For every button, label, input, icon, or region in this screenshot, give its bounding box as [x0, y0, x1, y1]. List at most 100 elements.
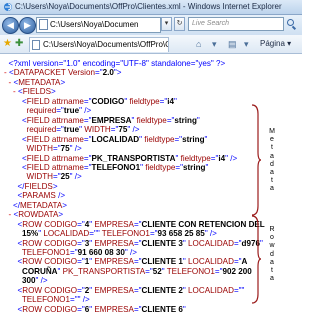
label-letter: t — [271, 144, 273, 152]
xml-token: LOCALIDAD — [91, 134, 140, 144]
xml-token: " /> — [35, 276, 48, 286]
xml-token: A — [241, 257, 248, 267]
xml-token: ROW — [22, 285, 43, 295]
xml-token: =" — [56, 125, 64, 135]
xml-line[interactable]: - <METADATA> — [4, 78, 65, 87]
feeds-icon[interactable]: ▾ — [212, 39, 217, 50]
xml-token: =" — [56, 106, 64, 116]
xml-token: ROW — [22, 257, 43, 267]
xml-token: " — [173, 96, 177, 106]
xml-token: PK_TRANSPORTISTA — [60, 266, 146, 276]
xml-token: FIELDS — [22, 87, 52, 97]
search-input[interactable]: Live Search — [188, 17, 284, 31]
xml-indent — [4, 97, 22, 106]
xml-line[interactable]: - <DATAPACKET Version="2.0"> — [4, 68, 121, 77]
xml-indent — [4, 154, 22, 163]
xml-token: =" — [77, 257, 85, 267]
xml-token: =" — [53, 144, 61, 154]
xml-indent — [4, 201, 13, 210]
xml-indent — [4, 172, 27, 181]
page-menu-button[interactable]: Página ▾ — [260, 39, 291, 48]
xml-indent — [4, 106, 27, 115]
xml-token: ="" — [233, 285, 245, 295]
xml-token: CLIENTE CON RETENCION DEL — [141, 219, 265, 229]
tab-current[interactable]: C:\Users\Noya\Documents\OffPro\Cl... — [29, 37, 169, 52]
xml-indent — [4, 125, 27, 134]
xml-token: CODIGO — [42, 285, 78, 295]
xml-indent — [4, 248, 22, 257]
xml-line: TELEFONO1="91 660 08 30" /> — [4, 248, 137, 257]
xml-token: 15% — [22, 229, 39, 239]
xml-token: TELEFONO1 — [99, 229, 150, 239]
xml-token: " — [182, 304, 186, 314]
xml-token: fieldtype — [142, 162, 176, 172]
xml-token: =" — [77, 285, 85, 295]
xml-line[interactable]: - <ROWDATA> — [4, 210, 63, 219]
home-icon[interactable]: ⌂ — [196, 39, 201, 49]
xml-token: FIELD — [26, 162, 50, 172]
xml-token: > — [52, 181, 58, 191]
xml-token: CODIGO — [42, 304, 78, 314]
title-bar: C:\Users\Noya\Documents\OffPro\Clientes.… — [0, 0, 302, 15]
xml-token: ="" /> — [69, 295, 90, 305]
xml-token: WIDTH — [26, 144, 54, 154]
label-letter: w — [269, 242, 275, 250]
xml-indent — [4, 144, 27, 153]
xml-token: EMPRESA — [92, 257, 134, 267]
xml-token: =" — [83, 96, 92, 106]
xml-token: =" — [83, 115, 92, 125]
label-letter: a — [270, 152, 274, 160]
xml-line: <FIELD attrname="TELEFONO1" fieldtype="s… — [4, 163, 208, 172]
xml-token: =" — [133, 257, 142, 267]
address-dropdown-icon[interactable]: ▾ — [161, 17, 172, 31]
back-button[interactable]: ◀ — [2, 17, 19, 34]
xml-token: TELEFONO1 — [21, 295, 70, 305]
xml-token: =" — [83, 134, 92, 144]
xml-indent — [4, 182, 18, 191]
xml-line[interactable]: - <FIELDS> — [4, 87, 56, 96]
command-bar: ★ ✚ C:\Users\Noya\Documents\OffPro\Cl...… — [0, 35, 302, 54]
xml-token: attrname — [49, 96, 84, 106]
xml-indent — [4, 286, 18, 295]
label-letter: e — [270, 136, 274, 144]
label-letter: d — [270, 160, 274, 168]
xml-token: =" — [175, 162, 183, 172]
refresh-icon[interactable]: ↻ — [174, 17, 185, 31]
xml-token: =" — [233, 238, 242, 248]
xml-token: > — [62, 200, 67, 210]
search-icon[interactable] — [287, 19, 294, 26]
favorites-star-icon[interactable]: ★ — [3, 38, 12, 49]
xml-token: " — [204, 134, 208, 144]
label-letter: a — [270, 185, 274, 193]
xml-line: CORUÑA" PK_TRANSPORTISTA="52" TELEFONO1=… — [4, 267, 252, 276]
xml-token: 300 — [22, 276, 36, 286]
address-bar[interactable]: C:\Users\Noya\Documen — [36, 17, 161, 33]
forward-button[interactable]: ▶ — [19, 17, 36, 34]
xml-line: <ROW CODIGO="2" EMPRESA="CLIENTE 2" LOCA… — [4, 285, 245, 295]
xml-token: string — [182, 134, 205, 144]
xml-indent — [4, 229, 22, 238]
xml-token: true — [63, 125, 80, 135]
xml-token: " /> — [204, 229, 217, 239]
xml-token: LOCALIDAD — [185, 285, 234, 295]
xml-token: CODIGO — [91, 96, 125, 106]
xml-token: =" — [77, 219, 85, 229]
xml-token: =" — [53, 172, 61, 182]
xml-indent — [4, 305, 18, 314]
xml-token: required — [26, 106, 57, 116]
window-title: C:\Users\Noya\Documents\OffPro\Clientes.… — [15, 2, 282, 11]
print-icon[interactable]: ▤ — [228, 39, 237, 50]
xml-line: <FIELD attrname="EMPRESA" fieldtype="str… — [4, 116, 200, 125]
tab-title: C:\Users\Noya\Documents\OffPro\Cl... — [43, 40, 169, 49]
xml-token: > — [58, 210, 64, 220]
xml-token: WIDTH — [26, 172, 54, 182]
xml-token: DATAPACKET — [13, 68, 66, 78]
xml-token: </ — [13, 200, 20, 210]
xml-token: EMPRESA — [92, 238, 134, 248]
xml-token: =" — [83, 153, 92, 163]
label-letter: a — [270, 169, 274, 177]
xml-line: <FIELD attrname="PK_TRANSPORTISTA" field… — [4, 154, 237, 163]
add-favorites-icon[interactable]: ✚ — [15, 38, 23, 49]
print-dropdown-icon[interactable]: ▾ — [244, 39, 249, 50]
xml-token: 52 — [152, 266, 162, 276]
